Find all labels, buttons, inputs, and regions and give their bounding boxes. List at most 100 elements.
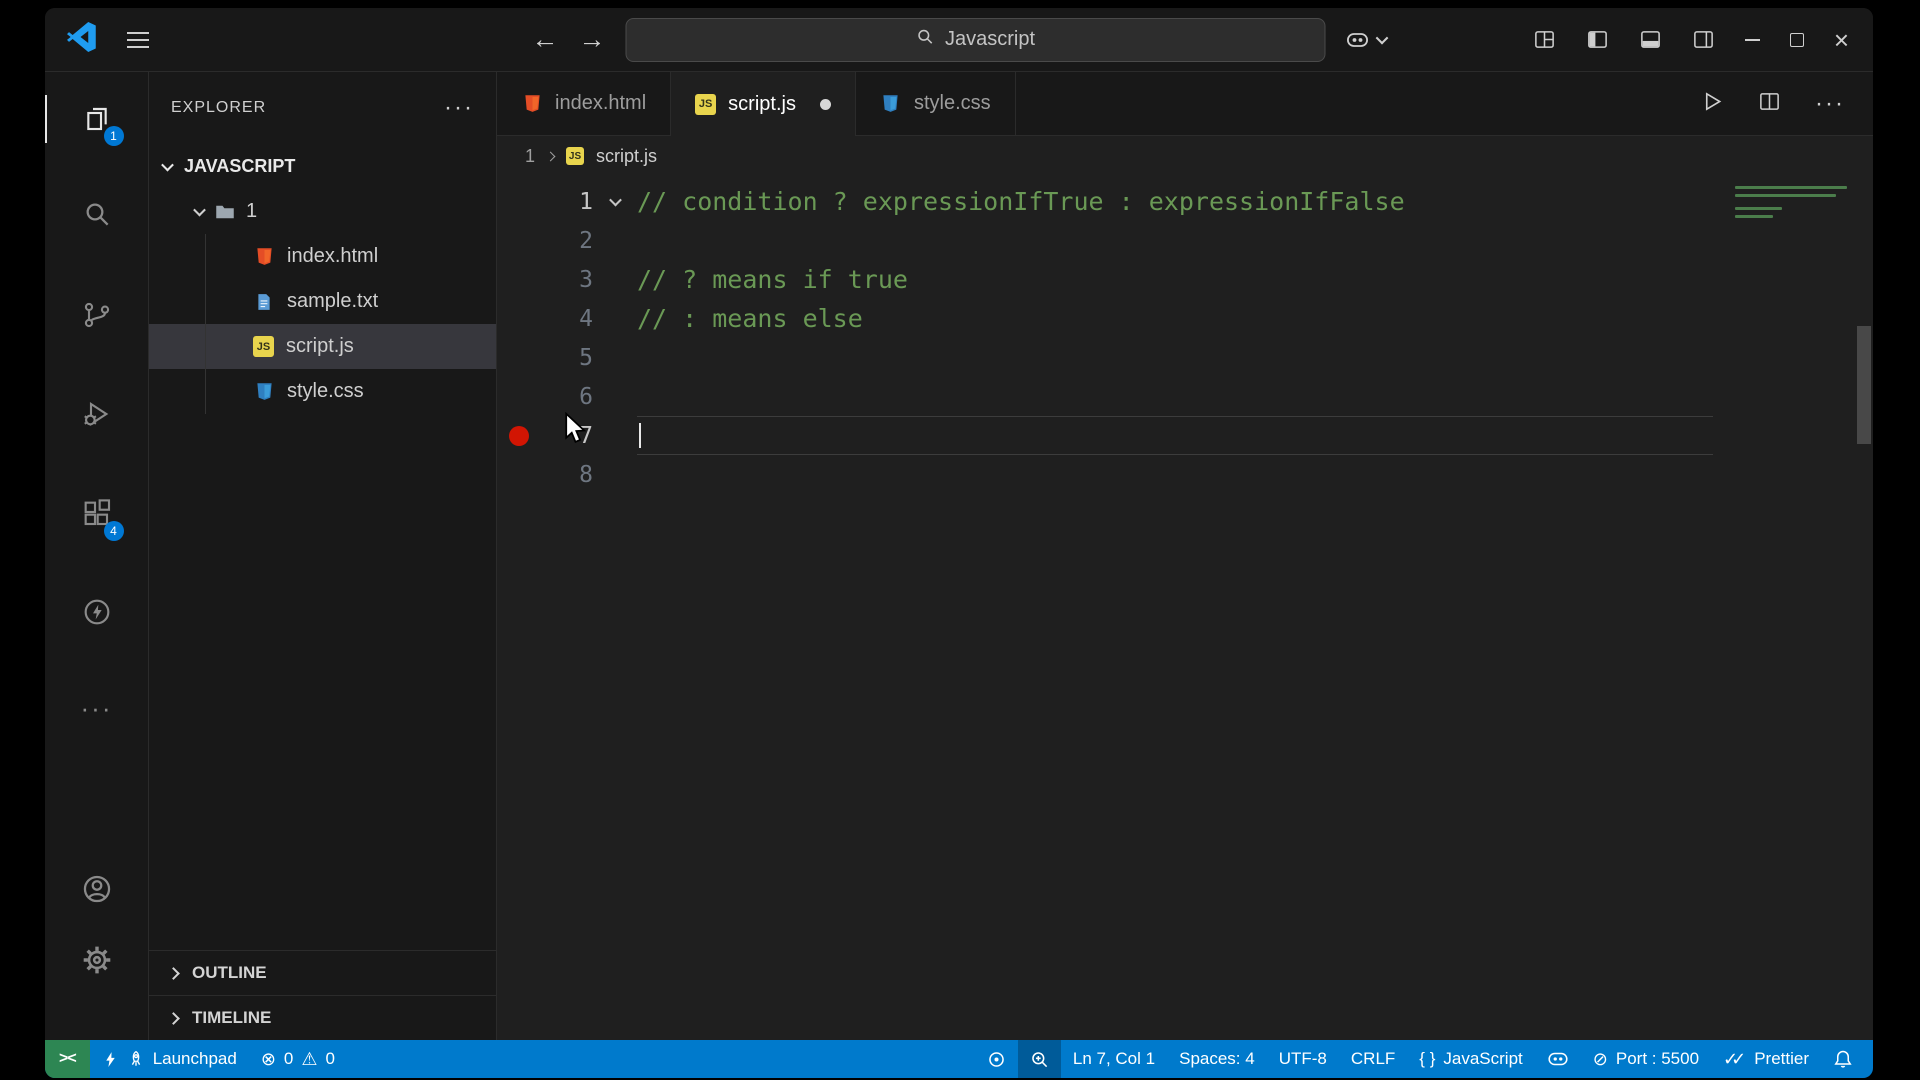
code-text: // condition ? expressionIfTrue : expres…: [637, 187, 1405, 216]
thunder-client-icon[interactable]: [73, 588, 121, 636]
account-icon[interactable]: [73, 865, 121, 913]
chevron-down-icon: [193, 203, 206, 217]
close-button[interactable]: ×: [1834, 27, 1849, 53]
line-number[interactable]: 4: [527, 306, 593, 332]
prettier-item[interactable]: ✓✓ Prettier: [1711, 1040, 1821, 1078]
live-server-port-item[interactable]: ⊘ Port : 5500: [1581, 1040, 1711, 1078]
search-view-icon[interactable]: [73, 190, 121, 238]
back-button[interactable]: ←: [532, 26, 559, 53]
notifications-item[interactable]: [1821, 1040, 1865, 1078]
line-number[interactable]: 8: [527, 462, 593, 488]
explorer-more-actions[interactable]: ···: [444, 94, 474, 122]
editor-more-actions[interactable]: ···: [1815, 90, 1845, 118]
toggle-sidebar-icon[interactable]: [1586, 28, 1609, 51]
tab-index-html[interactable]: index.html: [497, 72, 672, 135]
fold-chevron-icon[interactable]: [608, 193, 622, 207]
line-number[interactable]: 3: [527, 267, 593, 293]
line-number[interactable]: 2: [527, 228, 593, 254]
vscode-logo-icon: [67, 22, 97, 57]
unsaved-changes-dot[interactable]: [819, 98, 831, 110]
maximize-button[interactable]: [1789, 32, 1804, 47]
forward-button[interactable]: →: [579, 26, 606, 53]
code-editor[interactable]: 1 // condition ? expressionIfTrue : expr…: [497, 176, 1873, 1040]
cursor-position-item[interactable]: Ln 7, Col 1: [1061, 1040, 1167, 1078]
explorer-view-icon[interactable]: 1: [73, 95, 124, 146]
zoom-in-icon: [1032, 1051, 1048, 1067]
minimap[interactable]: [1735, 186, 1847, 218]
tab-bar: index.html JS script.js style.css ···: [497, 72, 1873, 136]
extensions-view-icon[interactable]: 4: [73, 490, 124, 541]
code-text: // ? means if true: [637, 265, 908, 294]
tab-style-css[interactable]: style.css: [856, 72, 1016, 135]
breadcrumb-file[interactable]: script.js: [596, 146, 657, 167]
mouse-pointer: [563, 411, 589, 450]
chevron-right-icon: [167, 1011, 180, 1025]
file-name: script.js: [286, 335, 354, 357]
text-caret: [639, 423, 641, 448]
chevron-right-icon: [167, 966, 180, 980]
file-name: index.html: [287, 245, 379, 267]
code-line-4[interactable]: 4 // : means else: [497, 299, 1873, 338]
title-bar: ← → Javascript ×: [45, 8, 1873, 72]
file-item-index-html[interactable]: index.html: [149, 234, 496, 279]
file-item-sample-txt[interactable]: sample.txt: [149, 279, 496, 324]
breadcrumb[interactable]: 1 JS script.js: [497, 136, 1873, 176]
html-file-icon: [521, 93, 543, 115]
problems-item[interactable]: ⊗ 0 ⚠ 0: [249, 1040, 347, 1078]
indent-guide: [205, 234, 206, 414]
tree-root-javascript[interactable]: JAVASCRIPT: [149, 144, 496, 189]
toggle-secondary-sidebar-icon[interactable]: [1692, 28, 1715, 51]
code-line-3[interactable]: 3 // ? means if true: [497, 260, 1873, 299]
zoom-item[interactable]: [1017, 1040, 1061, 1078]
command-center-search[interactable]: Javascript: [625, 17, 1326, 62]
section-label: OUTLINE: [192, 963, 267, 982]
scrollbar-thumb[interactable]: [1857, 326, 1871, 444]
more-views-icon[interactable]: ···: [73, 684, 121, 732]
tab-script-js[interactable]: JS script.js: [671, 72, 856, 136]
line-number[interactable]: 6: [527, 384, 593, 410]
indentation-item[interactable]: Spaces: 4: [1167, 1040, 1267, 1078]
minimize-button[interactable]: [1744, 38, 1760, 41]
editor-layout-icon[interactable]: [1533, 28, 1556, 51]
menu-hamburger-icon[interactable]: [127, 31, 149, 48]
encoding-item[interactable]: UTF-8: [1267, 1040, 1339, 1078]
remote-indicator[interactable]: ><: [45, 1040, 90, 1078]
editor-scrollbar[interactable]: [1855, 176, 1873, 1040]
breadcrumb-folder[interactable]: 1: [525, 146, 535, 167]
line-number[interactable]: 5: [527, 345, 593, 371]
code-line-6[interactable]: 6: [497, 377, 1873, 416]
split-editor-icon[interactable]: [1758, 90, 1781, 118]
code-line-8[interactable]: 8: [497, 455, 1873, 494]
extensions-badge: 4: [103, 521, 124, 541]
goto-symbol-item[interactable]: [975, 1040, 1018, 1078]
code-line-5[interactable]: 5: [497, 338, 1873, 377]
file-item-script-js[interactable]: JS script.js: [149, 324, 496, 369]
file-item-style-css[interactable]: style.css: [149, 369, 496, 414]
tab-label: style.css: [913, 92, 991, 114]
css-file-icon: [880, 93, 902, 115]
copilot-menu-button[interactable]: [1346, 28, 1389, 52]
css-file-icon: [253, 381, 275, 403]
line-number[interactable]: 1: [527, 189, 593, 215]
section-label: TIMELINE: [192, 1008, 272, 1027]
tree-folder-1[interactable]: 1: [149, 189, 496, 234]
active-view-indicator: [45, 95, 47, 143]
breakpoint-icon[interactable]: [509, 425, 529, 446]
run-file-icon[interactable]: [1701, 90, 1724, 118]
code-line-2[interactable]: 2: [497, 221, 1873, 260]
eol-item[interactable]: CRLF: [1339, 1040, 1407, 1078]
copilot-status-item[interactable]: [1535, 1040, 1581, 1078]
code-line-1[interactable]: 1 // condition ? expressionIfTrue : expr…: [497, 182, 1873, 221]
warnings-icon: ⚠: [301, 1049, 318, 1069]
folder-icon: [214, 201, 236, 223]
source-control-icon[interactable]: [73, 291, 121, 339]
launchpad-item[interactable]: Launchpad: [90, 1040, 249, 1078]
toggle-panel-icon[interactable]: [1639, 28, 1662, 51]
outline-section[interactable]: OUTLINE: [149, 950, 496, 995]
language-mode-item[interactable]: { } JavaScript: [1407, 1040, 1534, 1078]
timeline-section[interactable]: TIMELINE: [149, 995, 496, 1040]
code-line-7[interactable]: 7: [497, 416, 1873, 455]
settings-gear-icon[interactable]: [73, 936, 121, 984]
run-debug-icon[interactable]: [73, 390, 121, 438]
js-file-icon: JS: [253, 336, 274, 357]
